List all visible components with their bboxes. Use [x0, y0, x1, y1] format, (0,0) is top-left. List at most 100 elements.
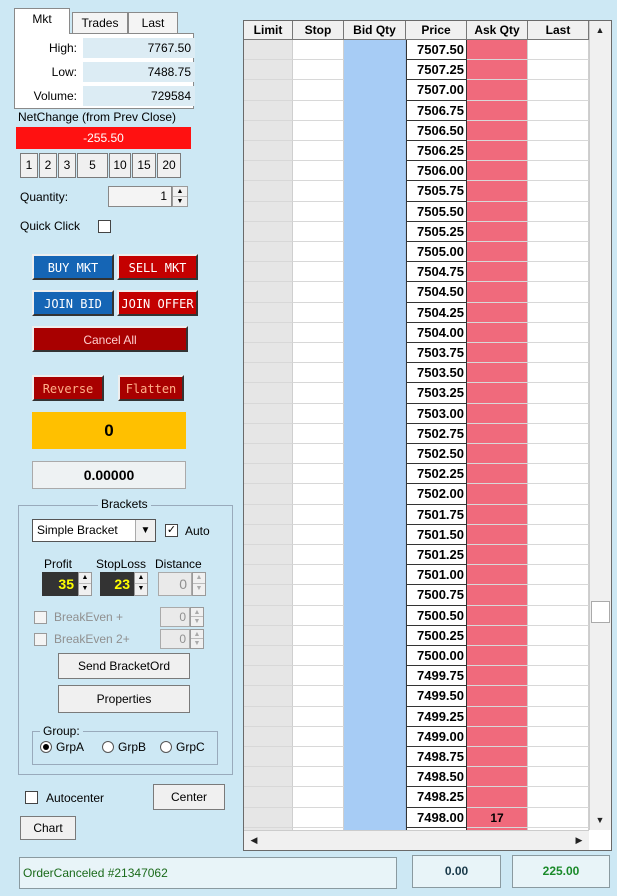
last-cell[interactable]: [528, 504, 589, 525]
qty-preset-1[interactable]: 1: [20, 153, 38, 178]
center-button[interactable]: Center: [153, 784, 225, 810]
qty-preset-15[interactable]: 15: [132, 153, 156, 178]
price-cell[interactable]: 7500.25: [406, 625, 467, 646]
ask-qty-cell[interactable]: [467, 787, 528, 808]
qty-preset-3[interactable]: 3: [58, 153, 76, 178]
last-cell[interactable]: [528, 524, 589, 545]
bid-qty-cell[interactable]: [344, 625, 406, 646]
price-cell[interactable]: 7499.25: [406, 706, 467, 727]
last-cell[interactable]: [528, 302, 589, 323]
limit-cell[interactable]: [244, 807, 293, 828]
bid-qty-cell[interactable]: [344, 726, 406, 747]
horizontal-scrollbar[interactable]: ◀ ▶: [244, 830, 589, 850]
limit-cell[interactable]: [244, 545, 293, 566]
last-cell[interactable]: [528, 181, 589, 202]
limit-cell[interactable]: [244, 161, 293, 182]
last-cell[interactable]: [528, 807, 589, 828]
stop-cell[interactable]: [293, 322, 344, 343]
send-bracket-order-button[interactable]: Send BracketOrd: [58, 653, 190, 679]
ask-qty-cell[interactable]: [467, 80, 528, 101]
ask-qty-cell[interactable]: [467, 262, 528, 283]
last-cell[interactable]: [528, 363, 589, 384]
bid-qty-cell[interactable]: [344, 565, 406, 586]
cancel-all-button[interactable]: Cancel All: [32, 326, 188, 352]
ask-qty-cell[interactable]: [467, 60, 528, 81]
limit-cell[interactable]: [244, 504, 293, 525]
price-cell[interactable]: 7500.00: [406, 646, 467, 667]
spin-up-icon[interactable]: ▲: [79, 573, 91, 584]
last-cell[interactable]: [528, 444, 589, 465]
stop-cell[interactable]: [293, 747, 344, 768]
price-cell[interactable]: 7501.50: [406, 524, 467, 545]
ask-qty-cell[interactable]: [467, 282, 528, 303]
bid-qty-cell[interactable]: [344, 262, 406, 283]
ask-qty-cell[interactable]: 17: [467, 807, 528, 828]
distance-spinner[interactable]: ▲ ▼: [192, 572, 206, 596]
autocenter-checkbox[interactable]: [25, 791, 38, 804]
bid-qty-cell[interactable]: [344, 787, 406, 808]
last-cell[interactable]: [528, 40, 589, 61]
stop-cell[interactable]: [293, 383, 344, 404]
limit-cell[interactable]: [244, 565, 293, 586]
quantity-input[interactable]: 1: [108, 186, 172, 207]
last-cell[interactable]: [528, 646, 589, 667]
header-ask-qty[interactable]: Ask Qty: [467, 21, 528, 40]
ask-qty-cell[interactable]: [467, 322, 528, 343]
profit-spinner[interactable]: ▲ ▼: [78, 572, 92, 596]
price-cell[interactable]: 7501.00: [406, 565, 467, 586]
spin-up-icon[interactable]: ▲: [135, 573, 147, 584]
ask-qty-cell[interactable]: [467, 565, 528, 586]
bid-qty-cell[interactable]: [344, 545, 406, 566]
stop-cell[interactable]: [293, 423, 344, 444]
last-cell[interactable]: [528, 403, 589, 424]
price-cell[interactable]: 7503.75: [406, 343, 467, 364]
tab-trades[interactable]: Trades: [72, 12, 128, 34]
join-offer-button[interactable]: JOIN OFFER: [117, 290, 198, 316]
bid-qty-cell[interactable]: [344, 302, 406, 323]
chevron-down-icon[interactable]: ▼: [135, 520, 155, 541]
stop-cell[interactable]: [293, 141, 344, 162]
limit-cell[interactable]: [244, 100, 293, 121]
limit-cell[interactable]: [244, 363, 293, 384]
stop-cell[interactable]: [293, 201, 344, 222]
ask-qty-cell[interactable]: [467, 120, 528, 141]
last-cell[interactable]: [528, 201, 589, 222]
auto-checkbox[interactable]: ✓: [165, 524, 178, 537]
bid-qty-cell[interactable]: [344, 363, 406, 384]
limit-cell[interactable]: [244, 302, 293, 323]
ask-qty-cell[interactable]: [467, 646, 528, 667]
stop-cell[interactable]: [293, 545, 344, 566]
stop-cell[interactable]: [293, 363, 344, 384]
last-cell[interactable]: [528, 787, 589, 808]
price-cell[interactable]: 7501.25: [406, 545, 467, 566]
limit-cell[interactable]: [244, 322, 293, 343]
limit-cell[interactable]: [244, 726, 293, 747]
price-cell[interactable]: 7505.25: [406, 221, 467, 242]
limit-cell[interactable]: [244, 625, 293, 646]
bid-qty-cell[interactable]: [344, 383, 406, 404]
price-cell[interactable]: 7505.75: [406, 181, 467, 202]
limit-cell[interactable]: [244, 787, 293, 808]
price-cell[interactable]: 7502.00: [406, 484, 467, 505]
limit-cell[interactable]: [244, 686, 293, 707]
stop-cell[interactable]: [293, 161, 344, 182]
stop-cell[interactable]: [293, 242, 344, 263]
flatten-button[interactable]: Flatten: [118, 375, 184, 401]
bid-qty-cell[interactable]: [344, 767, 406, 788]
breakeven2-input[interactable]: 0: [160, 629, 190, 649]
price-cell[interactable]: 7505.50: [406, 201, 467, 222]
limit-cell[interactable]: [244, 585, 293, 606]
stop-cell[interactable]: [293, 60, 344, 81]
last-cell[interactable]: [528, 747, 589, 768]
scroll-up-icon[interactable]: ▲: [590, 21, 610, 39]
ask-qty-cell[interactable]: [467, 484, 528, 505]
breakeven1-checkbox[interactable]: [34, 611, 47, 624]
bid-qty-cell[interactable]: [344, 504, 406, 525]
stoploss-input[interactable]: 23: [100, 572, 134, 596]
stop-cell[interactable]: [293, 262, 344, 283]
stop-cell[interactable]: [293, 40, 344, 61]
last-cell[interactable]: [528, 666, 589, 687]
limit-cell[interactable]: [244, 464, 293, 485]
bid-qty-cell[interactable]: [344, 423, 406, 444]
quantity-spinner[interactable]: ▲ ▼: [172, 186, 188, 207]
